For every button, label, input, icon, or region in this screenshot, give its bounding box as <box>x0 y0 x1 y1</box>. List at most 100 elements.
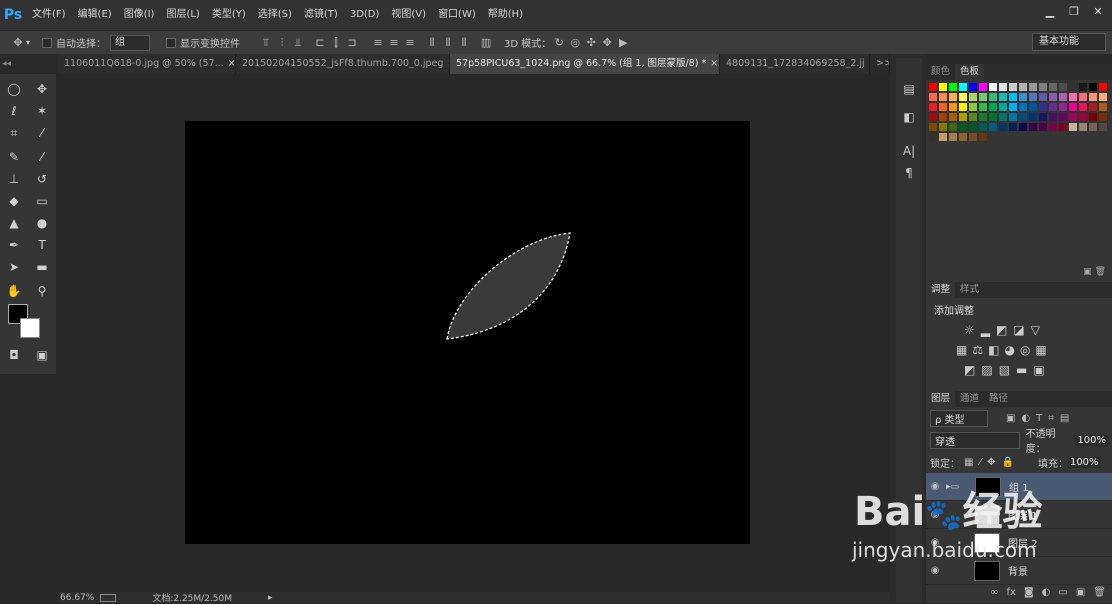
rectangle-icon[interactable]: ▬ <box>31 257 53 277</box>
swatch[interactable] <box>1028 82 1038 92</box>
distribute-top-icon[interactable]: ≡ <box>370 35 386 51</box>
swatch[interactable] <box>968 102 978 112</box>
auto-select-checkbox[interactable] <box>42 37 53 48</box>
threshold-icon[interactable]: ▧ <box>999 363 1016 377</box>
swatch[interactable] <box>978 112 988 122</box>
swatch[interactable] <box>988 92 998 102</box>
swatch[interactable] <box>1098 92 1108 102</box>
swatch[interactable] <box>978 82 988 92</box>
swatch[interactable] <box>968 132 978 142</box>
posterize-icon[interactable]: ▨ <box>981 363 998 377</box>
minimize-button[interactable]: ▁ <box>1040 4 1060 20</box>
gradient-icon[interactable]: ▭ <box>31 191 53 211</box>
swatch[interactable] <box>1068 82 1078 92</box>
swatch[interactable] <box>948 122 958 132</box>
swatch[interactable] <box>1088 102 1098 112</box>
color-lookup-icon[interactable]: ▦ <box>1035 343 1051 357</box>
status-info-icon[interactable] <box>100 593 117 602</box>
lasso-icon[interactable]: ℓ <box>3 101 25 121</box>
swatch[interactable] <box>1028 122 1038 132</box>
swatch[interactable] <box>1048 82 1058 92</box>
swatch[interactable] <box>1028 102 1038 112</box>
exposure-icon[interactable]: ◪ <box>1013 323 1030 337</box>
close-icon[interactable]: × <box>710 58 718 69</box>
swatch[interactable] <box>1038 82 1048 92</box>
swatch[interactable] <box>998 112 1008 122</box>
swatch[interactable] <box>1068 112 1078 122</box>
swatch[interactable] <box>1098 112 1108 122</box>
adjustment-icon[interactable]: ◐ <box>1042 587 1051 598</box>
quick-mask-icon[interactable]: ◘ <box>3 345 25 365</box>
swatch[interactable] <box>1058 112 1068 122</box>
zoom-level[interactable]: 66.67% <box>60 593 94 603</box>
swatch[interactable] <box>1058 102 1068 112</box>
layer-filter-icons[interactable]: ▣◐T⌗▤ <box>1006 413 1075 424</box>
swatch[interactable] <box>1078 82 1088 92</box>
swatch[interactable] <box>1098 102 1108 112</box>
history-brush-icon[interactable]: ↺ <box>31 169 53 189</box>
group-icon[interactable]: ▭ <box>1058 587 1067 598</box>
blur-icon[interactable]: ▲ <box>3 213 25 233</box>
distribute-vcenter-icon[interactable]: ≡ <box>386 35 402 51</box>
menu-item-3[interactable]: 图层(L) <box>160 0 205 30</box>
swatch[interactable] <box>968 112 978 122</box>
distribute-hcenter-icon[interactable]: ⦀ <box>440 35 456 51</box>
swatch[interactable] <box>958 92 968 102</box>
tab-paths[interactable]: 路径 <box>984 391 1013 407</box>
align-hcenter-icon[interactable]: ⫿ <box>328 35 344 51</box>
photo-filter-icon[interactable]: ◕ <box>1004 343 1019 357</box>
show-transform-checkbox[interactable] <box>166 37 177 48</box>
hand-icon[interactable]: ✋ <box>3 281 25 301</box>
swatch[interactable] <box>1068 102 1078 112</box>
eraser-icon[interactable]: ◆ <box>3 191 25 211</box>
align-right-icon[interactable]: ⊐ <box>344 35 360 51</box>
swatch[interactable] <box>1098 82 1108 92</box>
3d-roll-icon[interactable]: ◎ <box>567 35 583 51</box>
swatch[interactable] <box>1038 122 1048 132</box>
fill-input[interactable]: 100% <box>1067 456 1101 468</box>
auto-select-dropdown[interactable]: 组 <box>110 34 151 51</box>
swatch[interactable] <box>958 122 968 132</box>
clone-stamp-icon[interactable]: ⊥ <box>3 169 25 189</box>
swatch[interactable] <box>1038 112 1048 122</box>
curves-icon[interactable]: ◩ <box>996 323 1013 337</box>
3d-rotate-icon[interactable]: ↻ <box>551 35 567 51</box>
paragraph-icon[interactable]: ¶ <box>896 162 922 184</box>
swatch[interactable] <box>988 122 998 132</box>
swatch[interactable] <box>1028 112 1038 122</box>
swatch[interactable] <box>978 122 988 132</box>
swatch[interactable] <box>938 122 948 132</box>
lock-icons[interactable]: ▦⁄✥🔒 <box>964 457 1020 468</box>
swatch[interactable] <box>1088 82 1098 92</box>
swatch[interactable] <box>1078 122 1088 132</box>
magic-wand-icon[interactable]: ✶ <box>31 101 53 121</box>
menu-item-7[interactable]: 3D(D) <box>344 0 386 30</box>
black-white-icon[interactable]: ◧ <box>988 343 1004 357</box>
swatch[interactable] <box>938 132 948 142</box>
swatch[interactable] <box>1068 122 1078 132</box>
tab-layers[interactable]: 图层 <box>926 391 956 407</box>
restore-button[interactable]: ❐ <box>1064 4 1084 20</box>
toolbar-collapse[interactable]: ◂◂ <box>0 54 58 74</box>
swatch[interactable] <box>1078 112 1088 122</box>
swatch[interactable] <box>1088 92 1098 102</box>
tab-document-1[interactable]: 1106011Q618-0.jpg @ 50% (57... × <box>58 54 236 74</box>
swatch[interactable] <box>1048 102 1058 112</box>
swatch[interactable] <box>988 112 998 122</box>
opacity-input[interactable]: 100% <box>1075 434 1108 446</box>
move-icon[interactable]: ✥ <box>31 79 53 99</box>
swatch[interactable] <box>998 122 1008 132</box>
align-bottom-icon[interactable]: ⫫ <box>290 35 306 51</box>
tab-document-3[interactable]: 57p58PICU63_1024.png @ 66.7% (组 1, 图层蒙版/… <box>450 54 720 74</box>
swatch[interactable] <box>958 132 968 142</box>
swatch[interactable] <box>948 82 958 92</box>
tabs-overflow-button[interactable]: >> <box>870 54 890 74</box>
swatch[interactable] <box>1078 92 1088 102</box>
color-balance-icon[interactable]: ⚖ <box>972 343 988 357</box>
align-left-icon[interactable]: ⊏ <box>312 35 328 51</box>
brush-icon[interactable]: ⁄ <box>31 147 53 167</box>
swatch[interactable] <box>938 112 948 122</box>
move-tool-icon[interactable]: ✥ <box>10 35 26 51</box>
swatch[interactable] <box>958 102 968 112</box>
menu-item-4[interactable]: 类型(Y) <box>206 0 252 30</box>
